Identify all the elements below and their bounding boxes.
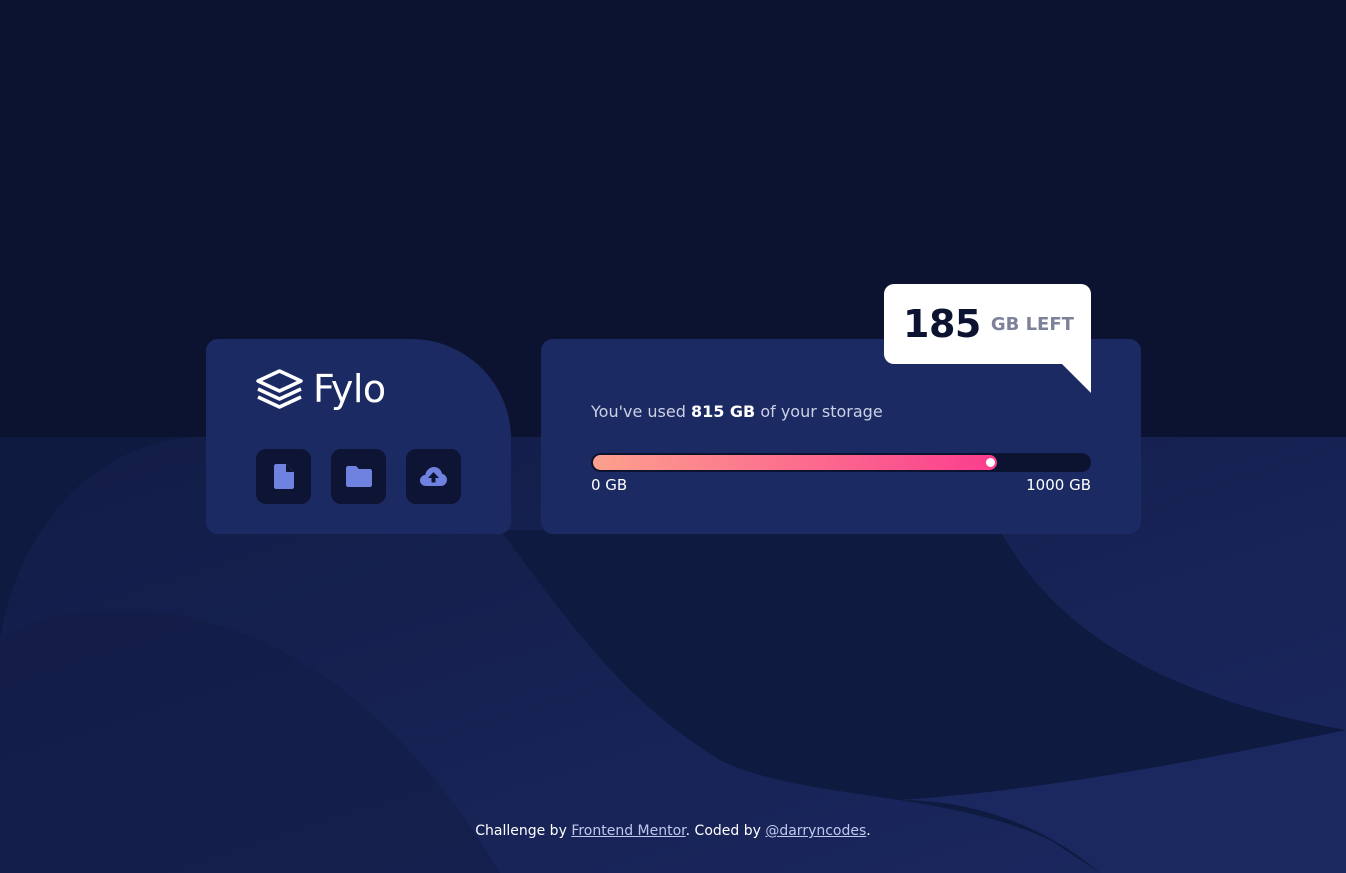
progress-knob (986, 458, 995, 467)
usage-suffix: of your storage (755, 402, 883, 421)
layers-icon (256, 369, 303, 409)
scale-min-label: 0 GB (591, 476, 628, 494)
usage-prefix: You've used (591, 402, 691, 421)
folder-icon (345, 466, 372, 487)
document-icon (273, 464, 294, 489)
remaining-bubble: 185 GB LEFT (884, 284, 1091, 364)
remaining-value: 185 (903, 302, 981, 346)
used-amount: 815 GB (690, 402, 756, 421)
frontend-mentor-link[interactable]: Frontend Mentor (571, 823, 685, 839)
folder-button[interactable] (331, 449, 386, 504)
remaining-unit: GB LEFT (990, 313, 1074, 335)
usage-text: You've used 815 GB of your storage (591, 402, 883, 421)
author-link[interactable]: @darryncodes (765, 823, 866, 839)
storage-card: You've used 815 GB of your storage 0 GB … (541, 339, 1141, 534)
scale-max-label: 1000 GB (1026, 476, 1091, 494)
upload-button[interactable] (406, 449, 461, 504)
attribution-footer: Challenge by Frontend Mentor. Coded by @… (0, 823, 1346, 839)
upload-icon (420, 467, 447, 486)
brand-name: Fylo (313, 367, 386, 411)
bubble-tail (1061, 363, 1091, 393)
footer-prefix: Challenge by (475, 823, 572, 839)
document-button[interactable] (256, 449, 311, 504)
footer-middle: . Coded by (685, 823, 766, 839)
storage-progress-bar (591, 453, 1091, 472)
storage-progress-fill (593, 455, 997, 470)
logo: Fylo (256, 367, 386, 411)
footer-suffix: . (866, 823, 871, 839)
brand-card: Fylo (206, 339, 511, 534)
